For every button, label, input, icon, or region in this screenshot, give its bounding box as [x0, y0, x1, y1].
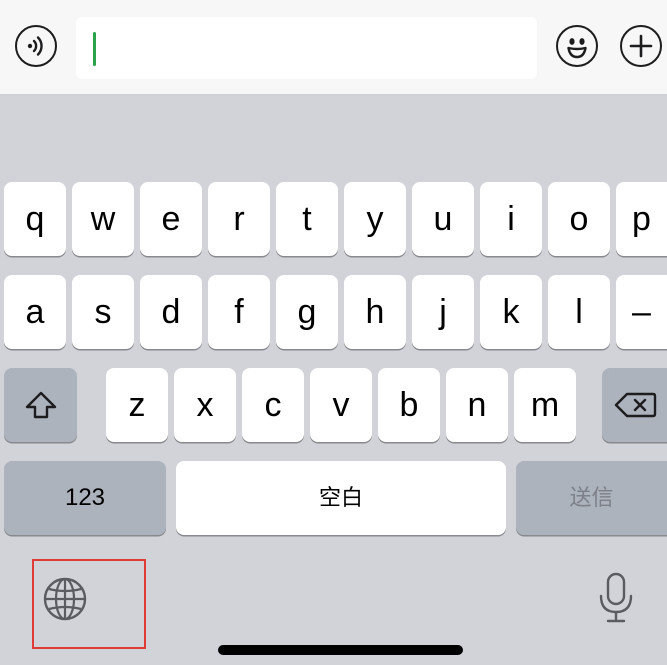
key-label: c	[264, 386, 282, 424]
key-label: p	[632, 200, 651, 238]
key-label: a	[25, 293, 45, 331]
backspace-icon	[614, 392, 656, 418]
key-a[interactable]: a	[4, 275, 66, 349]
text-caret	[93, 32, 96, 66]
key-k[interactable]: k	[480, 275, 542, 349]
key-s[interactable]: s	[72, 275, 134, 349]
space-key[interactable]: 空白	[176, 461, 506, 535]
key-i[interactable]: i	[480, 182, 542, 256]
key-label: g	[297, 293, 317, 331]
delete-key[interactable]	[602, 368, 667, 442]
key-z[interactable]: z	[106, 368, 168, 442]
key-label: q	[25, 200, 45, 238]
key-label: y	[366, 200, 384, 238]
key-label: m	[530, 386, 560, 424]
key-q[interactable]: q	[4, 182, 66, 256]
key-label: i	[507, 200, 515, 238]
emoji-button[interactable]	[556, 25, 598, 67]
key-d[interactable]: d	[140, 275, 202, 349]
add-button[interactable]	[620, 25, 662, 67]
key-label: x	[196, 386, 214, 424]
key-label: s	[94, 293, 112, 331]
key-v[interactable]: v	[310, 368, 372, 442]
key-f[interactable]: f	[208, 275, 270, 349]
key-label: v	[332, 386, 350, 424]
key-label: d	[161, 293, 181, 331]
key-r[interactable]: r	[208, 182, 270, 256]
key-o[interactable]: o	[548, 182, 610, 256]
key-label: o	[569, 200, 589, 238]
key-label: z	[128, 386, 146, 424]
key-g[interactable]: g	[276, 275, 338, 349]
space-key-label: 空白	[318, 485, 363, 510]
globe-key[interactable]	[41, 575, 89, 623]
key-n[interactable]: n	[446, 368, 508, 442]
message-input[interactable]	[76, 17, 537, 79]
shift-key[interactable]	[4, 368, 77, 442]
key-label: n	[467, 386, 487, 424]
voice-input-button[interactable]	[15, 25, 57, 67]
key-t[interactable]: t	[276, 182, 338, 256]
key-l[interactable]: l	[548, 275, 610, 349]
globe-icon	[43, 577, 87, 621]
key-label: h	[365, 293, 385, 331]
key-e[interactable]: e	[140, 182, 202, 256]
plus-icon	[629, 34, 653, 58]
key-p[interactable]: p	[616, 182, 667, 256]
key-label: b	[399, 386, 419, 424]
key-x[interactable]: x	[174, 368, 236, 442]
key-m[interactable]: m	[514, 368, 576, 442]
key-label: j	[439, 293, 447, 331]
key-label: t	[302, 200, 312, 238]
key-y[interactable]: y	[344, 182, 406, 256]
key-label: w	[90, 200, 116, 238]
key-h[interactable]: h	[344, 275, 406, 349]
key-label: –	[632, 293, 651, 331]
numbers-key[interactable]: 123	[4, 461, 166, 535]
send-key-label: 送信	[569, 485, 614, 510]
shift-icon	[25, 391, 56, 419]
key-label: l	[575, 293, 583, 331]
voice-wave-icon	[27, 36, 43, 56]
home-indicator[interactable]	[218, 645, 463, 655]
key-label: u	[433, 200, 453, 238]
key-label: k	[502, 293, 520, 331]
dictation-key[interactable]	[596, 571, 636, 625]
key-w[interactable]: w	[72, 182, 134, 256]
send-key[interactable]: 送信	[516, 461, 667, 535]
key-c[interactable]: c	[242, 368, 304, 442]
microphone-icon	[599, 572, 633, 623]
key-label: f	[234, 293, 244, 331]
emoji-icon	[567, 38, 587, 59]
key-label: e	[161, 200, 181, 238]
key-dash[interactable]: –	[616, 275, 667, 349]
key-label: r	[233, 200, 245, 238]
chat-input-bar	[0, 0, 667, 95]
numbers-key-label: 123	[64, 484, 106, 511]
key-b[interactable]: b	[378, 368, 440, 442]
key-j[interactable]: j	[412, 275, 474, 349]
key-u[interactable]: u	[412, 182, 474, 256]
